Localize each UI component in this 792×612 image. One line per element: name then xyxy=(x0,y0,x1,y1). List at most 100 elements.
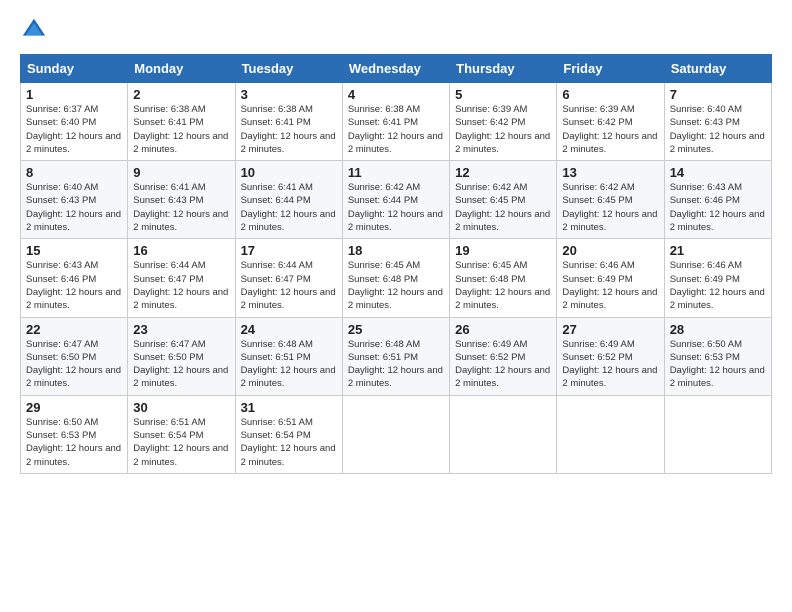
day-number: 8 xyxy=(26,165,122,180)
day-info: Sunrise: 6:48 AM Sunset: 6:51 PM Dayligh… xyxy=(348,338,444,391)
calendar-cell: 4 Sunrise: 6:38 AM Sunset: 6:41 PM Dayli… xyxy=(342,83,449,161)
day-info: Sunrise: 6:50 AM Sunset: 6:53 PM Dayligh… xyxy=(26,416,122,469)
day-info: Sunrise: 6:38 AM Sunset: 6:41 PM Dayligh… xyxy=(133,103,229,156)
calendar-cell: 21 Sunrise: 6:46 AM Sunset: 6:49 PM Dayl… xyxy=(664,239,771,317)
day-info: Sunrise: 6:38 AM Sunset: 6:41 PM Dayligh… xyxy=(241,103,337,156)
calendar-cell: 1 Sunrise: 6:37 AM Sunset: 6:40 PM Dayli… xyxy=(21,83,128,161)
day-info: Sunrise: 6:40 AM Sunset: 6:43 PM Dayligh… xyxy=(26,181,122,234)
day-info: Sunrise: 6:47 AM Sunset: 6:50 PM Dayligh… xyxy=(26,338,122,391)
logo xyxy=(20,16,50,44)
calendar-cell: 13 Sunrise: 6:42 AM Sunset: 6:45 PM Dayl… xyxy=(557,161,664,239)
calendar-week-1: 1 Sunrise: 6:37 AM Sunset: 6:40 PM Dayli… xyxy=(21,83,772,161)
day-number: 11 xyxy=(348,165,444,180)
calendar-cell xyxy=(450,395,557,473)
day-number: 14 xyxy=(670,165,766,180)
day-info: Sunrise: 6:41 AM Sunset: 6:44 PM Dayligh… xyxy=(241,181,337,234)
day-number: 13 xyxy=(562,165,658,180)
day-number: 1 xyxy=(26,87,122,102)
day-info: Sunrise: 6:43 AM Sunset: 6:46 PM Dayligh… xyxy=(26,259,122,312)
day-number: 23 xyxy=(133,322,229,337)
day-info: Sunrise: 6:45 AM Sunset: 6:48 PM Dayligh… xyxy=(348,259,444,312)
calendar-cell: 26 Sunrise: 6:49 AM Sunset: 6:52 PM Dayl… xyxy=(450,317,557,395)
day-info: Sunrise: 6:49 AM Sunset: 6:52 PM Dayligh… xyxy=(562,338,658,391)
calendar-cell: 10 Sunrise: 6:41 AM Sunset: 6:44 PM Dayl… xyxy=(235,161,342,239)
day-number: 6 xyxy=(562,87,658,102)
day-header-saturday: Saturday xyxy=(664,55,771,83)
day-info: Sunrise: 6:38 AM Sunset: 6:41 PM Dayligh… xyxy=(348,103,444,156)
day-info: Sunrise: 6:48 AM Sunset: 6:51 PM Dayligh… xyxy=(241,338,337,391)
calendar-cell: 11 Sunrise: 6:42 AM Sunset: 6:44 PM Dayl… xyxy=(342,161,449,239)
day-info: Sunrise: 6:42 AM Sunset: 6:45 PM Dayligh… xyxy=(455,181,551,234)
calendar-cell: 17 Sunrise: 6:44 AM Sunset: 6:47 PM Dayl… xyxy=(235,239,342,317)
day-info: Sunrise: 6:47 AM Sunset: 6:50 PM Dayligh… xyxy=(133,338,229,391)
day-info: Sunrise: 6:44 AM Sunset: 6:47 PM Dayligh… xyxy=(241,259,337,312)
day-number: 9 xyxy=(133,165,229,180)
header xyxy=(20,16,772,44)
calendar-cell: 8 Sunrise: 6:40 AM Sunset: 6:43 PM Dayli… xyxy=(21,161,128,239)
day-header-tuesday: Tuesday xyxy=(235,55,342,83)
day-number: 30 xyxy=(133,400,229,415)
calendar-cell: 6 Sunrise: 6:39 AM Sunset: 6:42 PM Dayli… xyxy=(557,83,664,161)
calendar-cell: 29 Sunrise: 6:50 AM Sunset: 6:53 PM Dayl… xyxy=(21,395,128,473)
calendar-cell: 18 Sunrise: 6:45 AM Sunset: 6:48 PM Dayl… xyxy=(342,239,449,317)
day-info: Sunrise: 6:39 AM Sunset: 6:42 PM Dayligh… xyxy=(455,103,551,156)
day-info: Sunrise: 6:42 AM Sunset: 6:44 PM Dayligh… xyxy=(348,181,444,234)
calendar-cell: 23 Sunrise: 6:47 AM Sunset: 6:50 PM Dayl… xyxy=(128,317,235,395)
calendar-cell: 2 Sunrise: 6:38 AM Sunset: 6:41 PM Dayli… xyxy=(128,83,235,161)
calendar-week-4: 22 Sunrise: 6:47 AM Sunset: 6:50 PM Dayl… xyxy=(21,317,772,395)
calendar-table: SundayMondayTuesdayWednesdayThursdayFrid… xyxy=(20,54,772,474)
day-info: Sunrise: 6:50 AM Sunset: 6:53 PM Dayligh… xyxy=(670,338,766,391)
day-info: Sunrise: 6:40 AM Sunset: 6:43 PM Dayligh… xyxy=(670,103,766,156)
calendar-cell: 28 Sunrise: 6:50 AM Sunset: 6:53 PM Dayl… xyxy=(664,317,771,395)
day-number: 26 xyxy=(455,322,551,337)
calendar-week-3: 15 Sunrise: 6:43 AM Sunset: 6:46 PM Dayl… xyxy=(21,239,772,317)
calendar-cell: 31 Sunrise: 6:51 AM Sunset: 6:54 PM Dayl… xyxy=(235,395,342,473)
calendar-cell: 5 Sunrise: 6:39 AM Sunset: 6:42 PM Dayli… xyxy=(450,83,557,161)
day-header-sunday: Sunday xyxy=(21,55,128,83)
day-number: 24 xyxy=(241,322,337,337)
day-number: 12 xyxy=(455,165,551,180)
calendar-cell: 20 Sunrise: 6:46 AM Sunset: 6:49 PM Dayl… xyxy=(557,239,664,317)
calendar-cell: 19 Sunrise: 6:45 AM Sunset: 6:48 PM Dayl… xyxy=(450,239,557,317)
day-number: 18 xyxy=(348,243,444,258)
calendar-cell: 25 Sunrise: 6:48 AM Sunset: 6:51 PM Dayl… xyxy=(342,317,449,395)
day-info: Sunrise: 6:39 AM Sunset: 6:42 PM Dayligh… xyxy=(562,103,658,156)
logo-icon xyxy=(20,16,48,44)
day-number: 5 xyxy=(455,87,551,102)
day-number: 27 xyxy=(562,322,658,337)
day-info: Sunrise: 6:46 AM Sunset: 6:49 PM Dayligh… xyxy=(670,259,766,312)
day-number: 15 xyxy=(26,243,122,258)
day-number: 4 xyxy=(348,87,444,102)
day-info: Sunrise: 6:51 AM Sunset: 6:54 PM Dayligh… xyxy=(241,416,337,469)
day-info: Sunrise: 6:41 AM Sunset: 6:43 PM Dayligh… xyxy=(133,181,229,234)
day-info: Sunrise: 6:42 AM Sunset: 6:45 PM Dayligh… xyxy=(562,181,658,234)
calendar-cell: 22 Sunrise: 6:47 AM Sunset: 6:50 PM Dayl… xyxy=(21,317,128,395)
day-number: 22 xyxy=(26,322,122,337)
day-number: 2 xyxy=(133,87,229,102)
calendar-cell xyxy=(664,395,771,473)
day-number: 31 xyxy=(241,400,337,415)
day-header-wednesday: Wednesday xyxy=(342,55,449,83)
day-number: 28 xyxy=(670,322,766,337)
day-number: 25 xyxy=(348,322,444,337)
calendar-cell: 14 Sunrise: 6:43 AM Sunset: 6:46 PM Dayl… xyxy=(664,161,771,239)
day-info: Sunrise: 6:46 AM Sunset: 6:49 PM Dayligh… xyxy=(562,259,658,312)
calendar-cell: 9 Sunrise: 6:41 AM Sunset: 6:43 PM Dayli… xyxy=(128,161,235,239)
calendar-cell: 12 Sunrise: 6:42 AM Sunset: 6:45 PM Dayl… xyxy=(450,161,557,239)
calendar-cell: 16 Sunrise: 6:44 AM Sunset: 6:47 PM Dayl… xyxy=(128,239,235,317)
day-info: Sunrise: 6:43 AM Sunset: 6:46 PM Dayligh… xyxy=(670,181,766,234)
calendar-week-5: 29 Sunrise: 6:50 AM Sunset: 6:53 PM Dayl… xyxy=(21,395,772,473)
day-number: 3 xyxy=(241,87,337,102)
day-info: Sunrise: 6:45 AM Sunset: 6:48 PM Dayligh… xyxy=(455,259,551,312)
calendar-cell: 3 Sunrise: 6:38 AM Sunset: 6:41 PM Dayli… xyxy=(235,83,342,161)
day-number: 29 xyxy=(26,400,122,415)
day-info: Sunrise: 6:37 AM Sunset: 6:40 PM Dayligh… xyxy=(26,103,122,156)
calendar-cell: 24 Sunrise: 6:48 AM Sunset: 6:51 PM Dayl… xyxy=(235,317,342,395)
day-info: Sunrise: 6:44 AM Sunset: 6:47 PM Dayligh… xyxy=(133,259,229,312)
calendar-header-row: SundayMondayTuesdayWednesdayThursdayFrid… xyxy=(21,55,772,83)
calendar-cell xyxy=(342,395,449,473)
day-header-thursday: Thursday xyxy=(450,55,557,83)
calendar-cell: 27 Sunrise: 6:49 AM Sunset: 6:52 PM Dayl… xyxy=(557,317,664,395)
day-info: Sunrise: 6:51 AM Sunset: 6:54 PM Dayligh… xyxy=(133,416,229,469)
calendar-week-2: 8 Sunrise: 6:40 AM Sunset: 6:43 PM Dayli… xyxy=(21,161,772,239)
